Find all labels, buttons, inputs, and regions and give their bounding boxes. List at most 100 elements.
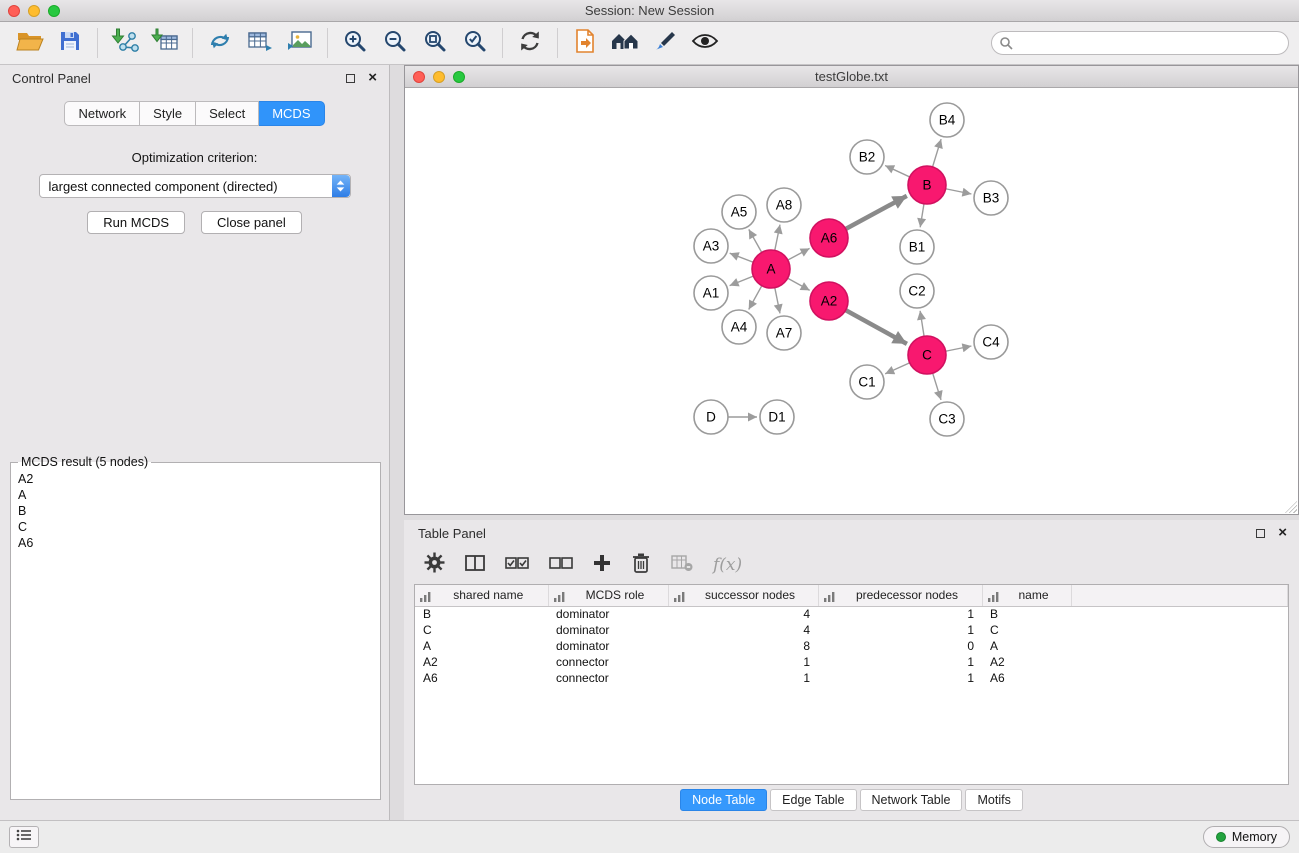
home-view-button[interactable] <box>605 25 645 61</box>
col-name[interactable]: name <box>982 585 1071 606</box>
import-table-button[interactable] <box>145 25 185 61</box>
zoom-window-button[interactable] <box>48 5 60 17</box>
table-row[interactable]: Adominator80A <box>415 638 1288 654</box>
graph-node-A7[interactable]: A7 <box>767 316 801 350</box>
zoom-selected-button[interactable] <box>455 25 495 61</box>
app-titlebar: Session: New Session <box>0 0 1299 22</box>
zoom-fit-button[interactable] <box>415 25 455 61</box>
col-predecessor-nodes[interactable]: predecessor nodes <box>818 585 982 606</box>
search-input[interactable] <box>991 31 1289 55</box>
close-panel-icon[interactable]: × <box>368 73 377 83</box>
graph-node-A8[interactable]: A8 <box>767 188 801 222</box>
search-box <box>991 31 1289 55</box>
network-canvas[interactable]: A A1 A2 A3 A4 A5 A6 A7 A8 B B1 B2 B3 B4 C C1 C2 C3 C4 D D1 <box>405 88 1298 514</box>
memory-button[interactable]: Memory <box>1203 826 1290 848</box>
graph-node-B2[interactable]: B2 <box>850 140 884 174</box>
show-columns-button[interactable] <box>465 554 485 577</box>
network-zoom-button[interactable] <box>453 71 465 83</box>
svg-text:C3: C3 <box>938 412 955 427</box>
graph-node-B3[interactable]: B3 <box>974 181 1008 215</box>
graph-node-A4[interactable]: A4 <box>722 310 756 344</box>
new-table-button[interactable] <box>240 25 280 61</box>
add-column-button[interactable] <box>593 554 611 577</box>
graph-node-D1[interactable]: D1 <box>760 400 794 434</box>
col-mcds-role[interactable]: MCDS role <box>548 585 668 606</box>
delete-table-button[interactable] <box>671 554 693 577</box>
fx-icon: f(x) <box>713 555 742 575</box>
tab-node-table[interactable]: Node Table <box>680 789 767 811</box>
delete-table-icon <box>671 554 693 577</box>
graph-node-A6[interactable]: A6 <box>810 219 848 257</box>
tab-select[interactable]: Select <box>196 101 259 126</box>
import-network-button[interactable] <box>105 25 145 61</box>
result-item[interactable]: A2 <box>15 471 376 487</box>
columns-icon <box>465 554 485 577</box>
apply-layout-button[interactable] <box>510 25 550 61</box>
graph-node-A2[interactable]: A2 <box>810 282 848 320</box>
network-minimize-button[interactable] <box>433 71 445 83</box>
network-close-button[interactable] <box>413 71 425 83</box>
network-window-title: testGlobe.txt <box>815 69 888 84</box>
open-session-button[interactable] <box>10 25 50 61</box>
table-row[interactable]: Bdominator41B <box>415 606 1288 622</box>
float-table-panel-icon[interactable] <box>1256 529 1265 538</box>
graph-node-B[interactable]: B <box>908 166 946 204</box>
show-task-history-button[interactable] <box>9 826 39 848</box>
select-all-button[interactable] <box>505 556 529 575</box>
graph-node-C4[interactable]: C4 <box>974 325 1008 359</box>
table-row[interactable]: A6connector11A6 <box>415 670 1288 686</box>
export-image-button[interactable] <box>280 25 320 61</box>
result-item[interactable]: A6 <box>15 535 376 551</box>
graph-node-C2[interactable]: C2 <box>900 274 934 308</box>
zoom-out-icon <box>382 28 408 59</box>
tab-motifs[interactable]: Motifs <box>965 789 1022 811</box>
tab-mcds[interactable]: MCDS <box>259 101 324 126</box>
table-row[interactable]: A2connector11A2 <box>415 654 1288 670</box>
delete-column-button[interactable] <box>631 552 651 579</box>
table-settings-button[interactable] <box>424 552 445 578</box>
graph-node-B4[interactable]: B4 <box>930 103 964 137</box>
col-successor-nodes[interactable]: successor nodes <box>668 585 818 606</box>
tab-network[interactable]: Network <box>64 101 140 126</box>
search-icon <box>999 36 1013 55</box>
toolbar-separator <box>502 28 503 58</box>
graph-node-A[interactable]: A <box>752 250 790 288</box>
table-row[interactable]: Cdominator41C <box>415 622 1288 638</box>
apply-style-button[interactable] <box>645 25 685 61</box>
close-table-panel-icon[interactable]: × <box>1278 528 1287 538</box>
zoom-out-button[interactable] <box>375 25 415 61</box>
graph-node-A5[interactable]: A5 <box>722 195 756 229</box>
show-hide-button[interactable] <box>685 25 725 61</box>
graph-node-A3[interactable]: A3 <box>694 229 728 263</box>
table-tabs: Node Table Edge Table Network Table Moti… <box>404 785 1299 815</box>
duplicate-document-button[interactable] <box>565 25 605 61</box>
close-window-button[interactable] <box>8 5 20 17</box>
graph-node-D[interactable]: D <box>694 400 728 434</box>
minimize-window-button[interactable] <box>28 5 40 17</box>
svg-text:B: B <box>922 178 931 193</box>
deselect-all-button[interactable] <box>549 556 573 575</box>
plus-icon <box>593 554 611 577</box>
graph-node-A1[interactable]: A1 <box>694 276 728 310</box>
result-item[interactable]: A <box>15 487 376 503</box>
graph-node-C[interactable]: C <box>908 336 946 374</box>
window-controls <box>8 5 60 17</box>
tab-edge-table[interactable]: Edge Table <box>770 789 856 811</box>
function-builder-button[interactable]: f(x) <box>713 555 742 575</box>
float-panel-icon[interactable] <box>346 74 355 83</box>
tab-network-table[interactable]: Network Table <box>860 789 963 811</box>
image-export-icon <box>287 29 313 58</box>
zoom-in-button[interactable] <box>335 25 375 61</box>
graph-node-C3[interactable]: C3 <box>930 402 964 436</box>
close-panel-button[interactable]: Close panel <box>201 211 302 234</box>
tab-style[interactable]: Style <box>140 101 196 126</box>
result-item[interactable]: B <box>15 503 376 519</box>
save-session-button[interactable] <box>50 25 90 61</box>
clone-network-button[interactable] <box>200 25 240 61</box>
graph-node-C1[interactable]: C1 <box>850 365 884 399</box>
col-shared-name[interactable]: shared name <box>415 585 548 606</box>
result-item[interactable]: C <box>15 519 376 535</box>
run-mcds-button[interactable]: Run MCDS <box>87 211 185 234</box>
graph-node-B1[interactable]: B1 <box>900 230 934 264</box>
optimization-dropdown[interactable]: largest connected component (directed) <box>39 174 351 198</box>
